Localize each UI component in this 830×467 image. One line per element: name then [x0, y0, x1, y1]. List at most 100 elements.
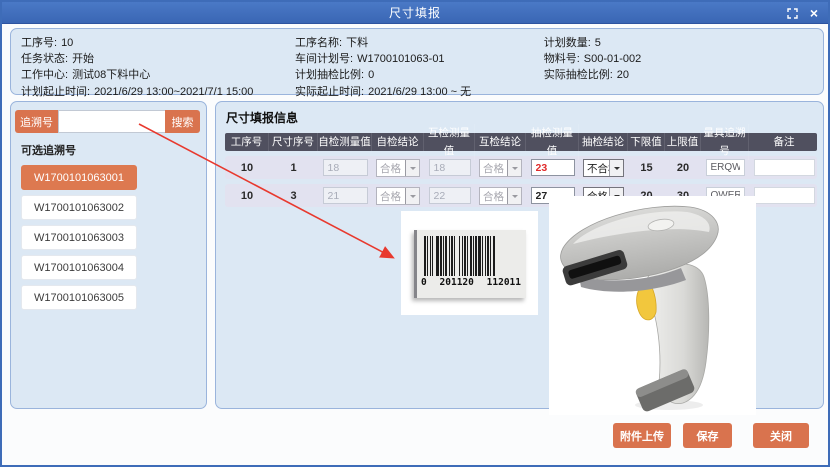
save-button[interactable]: 保存 [683, 423, 732, 448]
barcode-digits: 0201120112011 [417, 277, 526, 288]
info-field-value: 开始 [72, 53, 94, 65]
cell-mutual_value [424, 187, 475, 204]
select-value: 合格 [480, 160, 507, 176]
col-header-gauge: 量具追溯号 [701, 124, 749, 160]
close-button[interactable]: 关闭 [753, 423, 809, 448]
input-mutual_value [429, 159, 471, 176]
info-field: 计划抽检比例: 0 [295, 67, 544, 83]
task-info-column-1: 工序号:10任务状态:开始工作中心: 测试08下料中心计划起止时间: 2021/6/… [21, 35, 295, 100]
cell-upper: 20 [665, 162, 701, 174]
info-field-label: 计划起止时间: [21, 86, 90, 98]
attach-upload-button[interactable]: 附件上传 [613, 423, 671, 448]
select-sample_result[interactable]: 不合格 [583, 159, 624, 177]
chevron-down-icon [609, 160, 623, 176]
select-value: 合格 [377, 160, 405, 176]
select-mutual_result: 合格 [479, 187, 522, 205]
info-field-value: 2021/6/29 13:00~2021/7/1 15:00 [94, 86, 253, 98]
col-header-self_result: 自检结论 [372, 133, 424, 151]
input-remark[interactable] [754, 187, 815, 204]
input-remark[interactable] [754, 159, 815, 176]
select-mutual_result: 合格 [479, 159, 522, 177]
info-field: 车间计划号:W1700101063-01 [295, 51, 544, 67]
col-header-sample_result: 抽检结论 [579, 133, 628, 151]
close-icon[interactable]: × [808, 7, 820, 19]
col-header-dim_no: 尺寸序号 [269, 133, 318, 151]
trace-no-input[interactable] [58, 110, 165, 133]
trace-item[interactable]: W1700101063003 [21, 225, 137, 250]
select-value: 不合格 [584, 160, 609, 176]
task-info-column-3: 计划数量:5物料号:S00-01-002实际抽检比例:20 [544, 35, 813, 100]
input-mutual_value [429, 187, 471, 204]
barcode-digit-group: 0 [421, 277, 427, 288]
info-field: 计划数量: 5 [544, 35, 813, 51]
chevron-down-icon [405, 160, 419, 176]
info-field-value: 5 [595, 37, 601, 49]
select-self_result: 合格 [376, 187, 420, 205]
cell-self_result: 合格 [372, 187, 424, 205]
barcode-bars [424, 236, 520, 276]
info-field-value: 10 [61, 37, 73, 49]
info-field-value: 测试08下料中心 [72, 69, 150, 81]
chevron-down-icon [507, 160, 521, 176]
trace-list-title: 可选追溯号 [21, 142, 200, 158]
input-self_value [323, 187, 368, 204]
search-button[interactable]: 搜索 [165, 110, 200, 133]
col-header-sample_value: 抽检测量值 [526, 124, 579, 160]
info-field-value: 2021/6/29 13:00 ~ 无 [368, 86, 471, 98]
trace-search-row: 追溯号 搜索 [15, 110, 200, 133]
trace-no-button[interactable]: 追溯号 [15, 110, 58, 133]
dimension-report-dialog: 尺寸填报 × 工序号:10任务状态:开始工作中心:测试08下料中心计划起止时间:… [0, 0, 830, 467]
trace-item[interactable]: W1700101063004 [21, 255, 137, 280]
trace-panel: 追溯号 搜索 可选追溯号 W1700101063001 W170010106300… [10, 101, 207, 409]
col-header-self_value: 自检测量值 [318, 133, 372, 151]
info-field: 任务状态:开始 [21, 51, 295, 67]
cell-sample_value [526, 159, 579, 176]
barcode-image: 0201120112011 [401, 211, 538, 315]
info-field-value: 20 [617, 69, 629, 81]
cell-mutual_result: 合格 [475, 159, 526, 177]
trace-item[interactable]: W1700101063001 [21, 165, 137, 190]
select-value: 合格 [377, 188, 405, 204]
info-field: 工序号:10 [21, 35, 295, 51]
info-field-label: 实际抽检比例: [544, 69, 613, 81]
cell-self_result: 合格 [372, 159, 424, 177]
col-header-upper: 上限值 [665, 133, 701, 151]
barcode-scanner-image [549, 196, 756, 415]
trace-item[interactable]: W1700101063005 [21, 285, 137, 310]
info-field-value: 下料 [346, 37, 368, 49]
input-gauge[interactable] [706, 159, 745, 176]
table-row: 101合格合格不合格1520 [225, 156, 817, 179]
col-header-process_no: 工序号 [225, 133, 269, 151]
cell-process_no: 10 [225, 162, 269, 174]
col-header-mutual_value: 互检测量值 [424, 124, 475, 160]
cell-process_no: 10 [225, 190, 269, 202]
cell-remark [749, 159, 819, 176]
trace-item[interactable]: W1700101063002 [21, 195, 137, 220]
info-field: 实际起止时间: 2021/6/29 13:00 ~ 无 [295, 84, 544, 100]
select-self_result: 合格 [376, 159, 420, 177]
info-field-label: 计划数量: [544, 37, 591, 49]
chevron-down-icon [405, 188, 419, 204]
barcode-digit-group: 201120 [440, 277, 474, 288]
input-sample_value[interactable] [531, 159, 575, 176]
task-info-panel: 工序号:10任务状态:开始工作中心: 测试08下料中心计划起止时间: 2021/6/… [10, 28, 824, 95]
input-self_value [323, 159, 368, 176]
col-header-remark: 备注 [749, 133, 819, 151]
cell-remark [749, 187, 819, 204]
cell-dim_no: 1 [269, 162, 318, 174]
col-header-lower: 下限值 [628, 133, 665, 151]
select-value: 合格 [480, 188, 507, 204]
cell-sample_result: 不合格 [579, 159, 628, 177]
info-field-label: 计划抽检比例: [295, 69, 364, 81]
maximize-icon[interactable] [786, 7, 798, 19]
info-field-value: 0 [368, 69, 374, 81]
info-field: 实际抽检比例: 20 [544, 67, 813, 83]
info-field-label: 物料号: [544, 53, 580, 65]
cell-self_value [318, 187, 372, 204]
cell-dim_no: 3 [269, 190, 318, 202]
info-field-label: 实际起止时间: [295, 86, 364, 98]
info-field-label: 工作中心: [21, 69, 68, 81]
info-field-value: W1700101063-01 [357, 53, 444, 65]
barcode-label: 0201120112011 [414, 230, 526, 298]
cell-gauge [701, 159, 749, 176]
